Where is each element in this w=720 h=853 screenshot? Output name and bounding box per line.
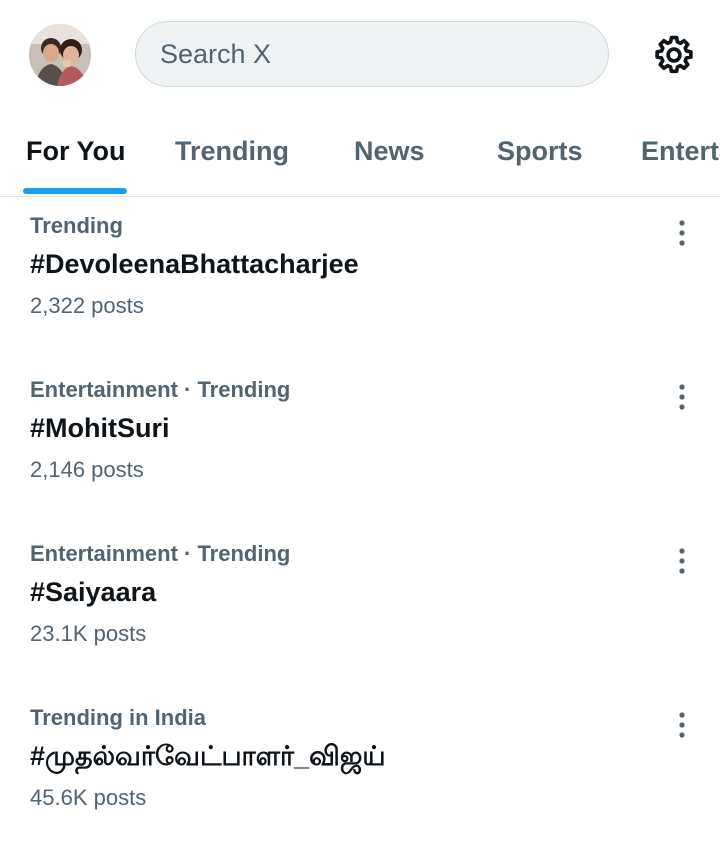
trend-title: #DevoleenaBhattacharjee: [30, 249, 359, 279]
more-vertical-icon: [679, 220, 685, 246]
more-vertical-icon: [679, 712, 685, 738]
more-vertical-icon: [679, 548, 685, 574]
trend-title: #Saiyaara: [30, 577, 157, 607]
trend-item[interactable]: Entertainment · Trending #MohitSuri 2,14…: [0, 361, 720, 525]
trend-context: Trending in India: [30, 705, 206, 730]
trend-post-count: 2,322 posts: [30, 293, 144, 318]
more-options-button[interactable]: [666, 705, 698, 745]
tab-entertainment[interactable]: Entertainment: [641, 136, 720, 167]
search-bar[interactable]: [135, 21, 609, 87]
avatar[interactable]: [29, 24, 91, 86]
trend-context: Entertainment · Trending: [30, 377, 291, 402]
explore-tabs: For You Trending News Sports Entertainme…: [0, 112, 720, 197]
trend-title: #முதல்வர்வேட்பாளர்_விஜய்: [30, 741, 386, 771]
tab-sports[interactable]: Sports: [497, 136, 583, 167]
trend-context: Entertainment · Trending: [30, 541, 291, 566]
tab-trending[interactable]: Trending: [175, 136, 289, 167]
trend-item[interactable]: Entertainment · Trending #Saiyaara 23.1K…: [0, 525, 720, 689]
trend-post-count: 23.1K posts: [30, 621, 147, 646]
settings-button[interactable]: [652, 33, 696, 77]
profile-photo-icon: [29, 24, 91, 86]
top-bar: [0, 0, 720, 112]
more-vertical-icon: [679, 384, 685, 410]
trend-item[interactable]: Trending #DevoleenaBhattacharjee 2,322 p…: [0, 197, 720, 361]
more-options-button[interactable]: [666, 377, 698, 417]
trend-item[interactable]: Trending in India #முதல்வர்வேட்பாளர்_விஜ…: [0, 689, 720, 853]
trend-post-count: 45.6K posts: [30, 785, 147, 810]
more-options-button[interactable]: [666, 541, 698, 581]
trend-title: #MohitSuri: [30, 413, 170, 443]
trend-context: Trending: [30, 213, 123, 238]
more-options-button[interactable]: [666, 213, 698, 253]
active-tab-indicator: [23, 188, 127, 194]
tab-news[interactable]: News: [354, 136, 425, 167]
gear-icon: [655, 35, 693, 74]
tab-for-you[interactable]: For You: [26, 136, 126, 167]
search-input[interactable]: [158, 37, 582, 71]
trend-post-count: 2,146 posts: [30, 457, 144, 482]
